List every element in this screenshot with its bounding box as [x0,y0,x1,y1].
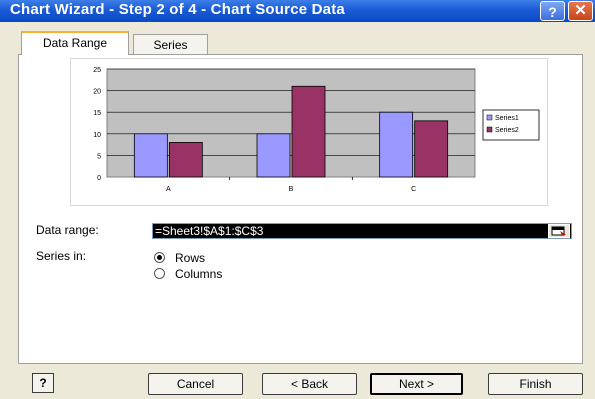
help-button[interactable]: ? [32,373,54,393]
bar-series1-c [379,111,414,178]
x-tick-label: B [289,186,294,193]
legend-label: Series2 [495,127,519,134]
data-range-label: Data range: [36,223,99,237]
y-tick-label: 10 [93,132,101,139]
tab-series[interactable]: Series [133,34,208,56]
y-tick-label: 25 [93,67,101,74]
legend-swatch [486,126,493,133]
radio-columns[interactable]: Columns [154,267,222,281]
chart-preview: 0 5 10 15 20 25 A B C Series1 Series2 [70,58,548,206]
window-title: Chart Wizard - Step 2 of 4 - Chart Sourc… [10,1,345,18]
y-tick-label: 20 [93,89,101,96]
bar-series2-b [291,85,326,178]
tab-data-range[interactable]: Data Range [21,31,129,55]
y-tick-label: 15 [93,110,101,117]
radio-columns-button[interactable] [154,268,165,279]
bar-chart: 0 5 10 15 20 25 A B C Series1 Series2 [93,67,540,193]
bar-series1-b [256,133,291,178]
x-tick-label: A [166,186,171,193]
title-bar: Chart Wizard - Step 2 of 4 - Chart Sourc… [0,0,595,22]
series-in-label: Series in: [36,249,87,263]
back-button[interactable]: < Back [262,373,357,395]
radio-rows[interactable]: Rows [154,251,205,265]
data-range-input[interactable]: =Sheet3!$A$1:$C$3 [152,223,572,239]
y-tick-label: 0 [97,175,101,182]
x-tick-label: C [411,186,416,193]
legend-label: Series1 [495,115,519,122]
y-tick-label: 5 [97,153,101,160]
legend-swatch [486,114,493,121]
finish-button[interactable]: Finish [488,373,583,395]
close-button[interactable]: ✕ [568,1,593,21]
cancel-button[interactable]: Cancel [148,373,243,395]
bar-series2-a [168,142,203,178]
next-button[interactable]: Next > [370,373,463,395]
bar-series1-a [133,133,168,178]
collapse-icon [551,226,566,236]
help-title-button[interactable]: ? [540,1,565,21]
bar-series2-c [414,120,449,178]
radio-rows-button[interactable] [154,252,165,263]
collapse-dialog-button[interactable] [548,224,570,238]
